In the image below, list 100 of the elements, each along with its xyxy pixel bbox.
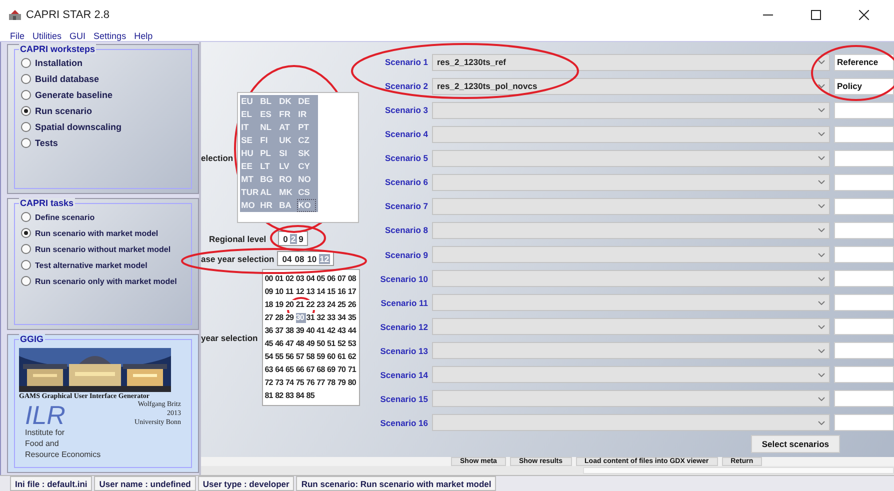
option-value[interactable]: 0 — [282, 234, 289, 244]
year-item[interactable]: 63 — [264, 364, 276, 374]
year-item[interactable]: 35 — [348, 312, 358, 322]
menu-item[interactable]: Settings — [94, 30, 126, 41]
year-item[interactable]: 24 — [327, 300, 338, 310]
year-item[interactable]: 45 — [264, 338, 276, 348]
year-item[interactable]: 44 — [348, 326, 358, 336]
close-icon[interactable] — [859, 10, 869, 20]
scenario-dropdown[interactable] — [432, 198, 830, 215]
year-item[interactable]: 62 — [348, 352, 358, 362]
year-item[interactable]: 22 — [306, 300, 317, 310]
scenario-name-field[interactable] — [834, 414, 894, 432]
radio-button[interactable] — [21, 228, 31, 238]
year-item[interactable]: 10 — [275, 286, 286, 296]
menu-item[interactable]: Help — [134, 30, 153, 41]
scenario-dropdown[interactable] — [432, 174, 830, 191]
year-item[interactable]: 70 — [337, 364, 348, 374]
year-item[interactable]: 52 — [337, 338, 348, 348]
radio-button[interactable] — [21, 138, 31, 148]
year-item[interactable]: 20 — [285, 300, 296, 310]
year-item[interactable]: 04 — [306, 274, 317, 284]
base-year-field[interactable]: 04 08 10 12 — [277, 251, 334, 266]
scenario-name-field[interactable] — [834, 198, 894, 215]
menu-item[interactable]: GUI — [70, 30, 86, 41]
year-item[interactable]: 09 — [264, 286, 276, 296]
year-item[interactable]: 47 — [285, 338, 296, 348]
scenario-name-field[interactable]: Reference — [834, 54, 894, 71]
scenario-name-field[interactable] — [834, 270, 894, 288]
radio-button[interactable] — [21, 106, 31, 116]
scenario-dropdown[interactable] — [432, 366, 830, 384]
scenario-name-field[interactable] — [834, 174, 894, 191]
scenario-dropdown[interactable] — [432, 414, 830, 432]
year-item[interactable]: 13 — [306, 286, 317, 296]
year-list[interactable] — [262, 269, 360, 406]
year-item[interactable]: 26 — [348, 300, 358, 310]
year-item[interactable]: 28 — [275, 312, 286, 322]
scenario-dropdown[interactable] — [432, 390, 830, 408]
year-item[interactable]: 51 — [327, 338, 338, 348]
year-item[interactable]: 39 — [296, 326, 306, 336]
year-item[interactable]: 82 — [275, 390, 286, 400]
radio-button[interactable] — [21, 260, 31, 270]
year-item[interactable]: 48 — [296, 338, 306, 348]
maximize-icon[interactable] — [811, 10, 821, 20]
year-item[interactable]: 03 — [296, 274, 306, 284]
scenario-name-field[interactable] — [834, 294, 894, 312]
option-value[interactable]: 9 — [298, 234, 304, 244]
year-item[interactable]: 36 — [264, 326, 276, 336]
year-item[interactable]: 43 — [337, 326, 348, 336]
year-item[interactable]: 17 — [348, 286, 358, 296]
year-item[interactable]: 56 — [285, 352, 296, 362]
year-item[interactable]: 83 — [285, 390, 296, 400]
scenario-name-field[interactable] — [834, 318, 894, 336]
scenario-name-field[interactable] — [834, 222, 894, 239]
year-item[interactable]: 60 — [327, 352, 338, 362]
scenario-name-field[interactable] — [834, 126, 894, 143]
menu-item[interactable]: File — [10, 30, 25, 41]
year-item[interactable]: 59 — [316, 352, 328, 362]
year-item[interactable]: 37 — [275, 326, 286, 336]
radio-button[interactable] — [21, 276, 31, 286]
year-item[interactable]: 31 — [306, 312, 317, 322]
year-item[interactable]: 49 — [306, 338, 317, 348]
year-item[interactable]: 46 — [275, 338, 286, 348]
scenario-name-field[interactable]: Policy — [834, 78, 894, 95]
year-item[interactable]: 42 — [327, 326, 338, 336]
menu-item[interactable]: Utilities — [32, 30, 62, 41]
radio-button[interactable] — [21, 212, 31, 222]
radio-button[interactable] — [21, 74, 31, 84]
year-item[interactable]: 02 — [285, 274, 296, 284]
year-item[interactable]: 25 — [337, 300, 348, 310]
scenario-dropdown[interactable]: res_2_1230ts_ref — [432, 54, 830, 71]
scenario-name-field[interactable] — [834, 150, 894, 167]
radio-button[interactable] — [21, 244, 31, 254]
year-item[interactable]: 75 — [296, 378, 306, 388]
radio-button[interactable] — [21, 58, 31, 68]
year-item[interactable]: 68 — [316, 364, 328, 374]
year-item[interactable]: 40 — [306, 326, 317, 336]
year-item[interactable]: 34 — [337, 312, 348, 322]
year-item[interactable]: 57 — [296, 352, 306, 362]
year-item[interactable]: 19 — [275, 300, 286, 310]
year-item[interactable]: 15 — [327, 286, 338, 296]
year-item[interactable]: 85 — [306, 390, 317, 400]
year-item[interactable]: 58 — [306, 352, 317, 362]
year-item[interactable]: 78 — [327, 378, 338, 388]
year-item[interactable]: 55 — [275, 352, 286, 362]
scenario-name-field[interactable] — [834, 102, 894, 119]
year-item[interactable]: 81 — [264, 390, 276, 400]
year-item[interactable]: 84 — [296, 390, 306, 400]
year-item[interactable]: 71 — [348, 364, 358, 374]
option-value[interactable]: 10 — [306, 254, 318, 264]
year-item[interactable]: 33 — [327, 312, 338, 322]
year-item[interactable]: 16 — [337, 286, 348, 296]
scenario-dropdown[interactable] — [432, 126, 830, 143]
year-item[interactable]: 65 — [285, 364, 296, 374]
option-value[interactable]: 08 — [294, 254, 306, 264]
scenario-name-field[interactable] — [834, 342, 894, 360]
year-item[interactable]: 11 — [285, 286, 296, 296]
year-item[interactable]: 69 — [327, 364, 338, 374]
scrollbar-thumb[interactable] — [583, 467, 894, 474]
scenario-dropdown[interactable] — [432, 246, 830, 264]
year-item[interactable]: 64 — [275, 364, 286, 374]
